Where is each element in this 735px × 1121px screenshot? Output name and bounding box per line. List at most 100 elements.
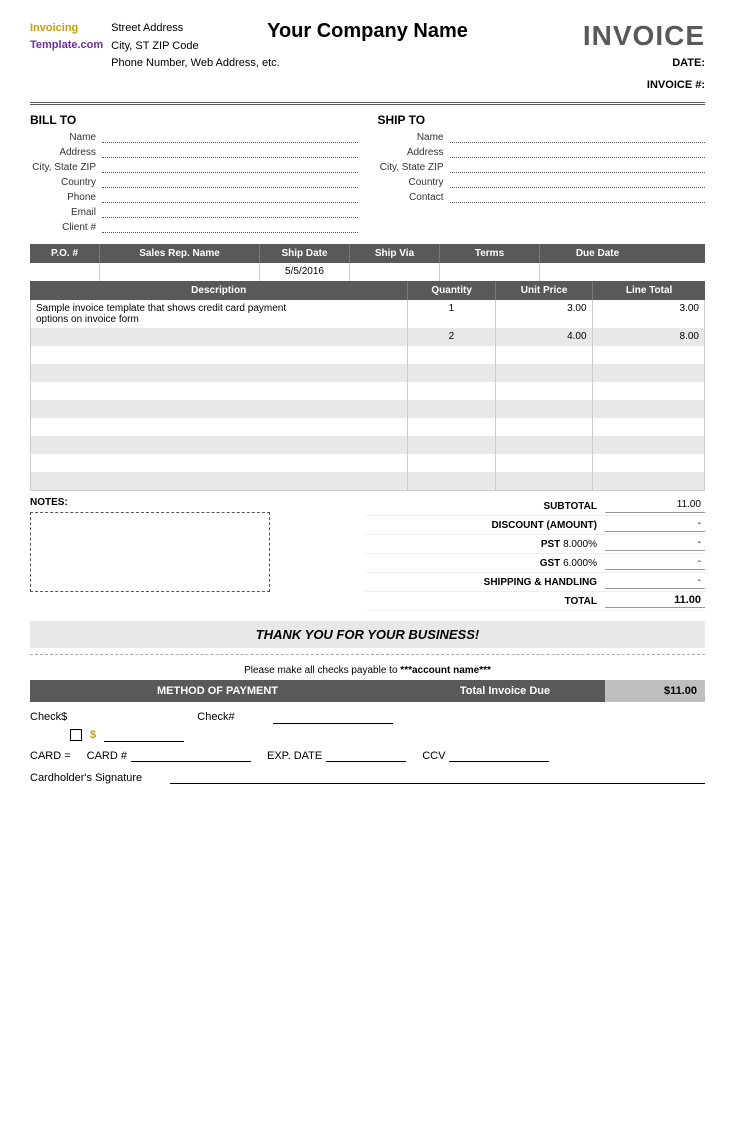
ship-to-country-row: Country xyxy=(378,176,706,188)
gst-row: GST 6.000% - xyxy=(365,554,705,573)
terms-col-header: Terms xyxy=(440,244,540,263)
item-unit-1[interactable]: 3.00 xyxy=(496,300,593,328)
company-address-block: Street Address City, ST ZIP Code Phone N… xyxy=(111,20,280,73)
ship-to-address-label: Address xyxy=(378,147,450,158)
bill-to-country-label: Country xyxy=(30,177,102,188)
card-checkbox[interactable] xyxy=(70,729,82,741)
table-row xyxy=(31,472,704,490)
item-desc-8[interactable] xyxy=(31,436,408,454)
card-amount-field[interactable] xyxy=(104,728,184,742)
total-label: TOTAL xyxy=(365,596,605,607)
ccv-input[interactable] xyxy=(449,748,549,762)
terms-value[interactable] xyxy=(440,263,540,281)
item-qty-10[interactable] xyxy=(408,472,495,490)
street-address: Street Address xyxy=(111,20,280,38)
check-num-label: Check# xyxy=(197,711,234,723)
ship-to-name-field[interactable] xyxy=(450,131,706,143)
item-unit-7[interactable] xyxy=(496,418,593,436)
notes-box[interactable] xyxy=(30,512,270,592)
po-value[interactable] xyxy=(30,263,100,281)
description-col-header: Description xyxy=(30,281,408,300)
ship-to-country-field[interactable] xyxy=(450,176,706,188)
item-total-7[interactable] xyxy=(593,418,704,436)
table-row xyxy=(31,400,704,418)
item-total-6[interactable] xyxy=(593,400,704,418)
bill-to-city-field[interactable] xyxy=(102,161,358,173)
bill-to-title: BILL TO xyxy=(30,113,358,127)
subtotal-value[interactable]: 11.00 xyxy=(605,499,705,513)
table-row xyxy=(31,364,704,382)
item-unit-4[interactable] xyxy=(496,364,593,382)
payment-method-header: METHOD OF PAYMENT Total Invoice Due $11.… xyxy=(30,680,705,702)
logo-invoicing: Invoicing xyxy=(30,22,78,34)
signature-field[interactable] xyxy=(170,770,705,784)
item-total-8[interactable] xyxy=(593,436,704,454)
unit-price-col-header: Unit Price xyxy=(496,281,593,300)
total-value[interactable]: 11.00 xyxy=(605,594,705,608)
bill-to-phone-field[interactable] xyxy=(102,191,358,203)
item-unit-5[interactable] xyxy=(496,382,593,400)
bill-to-name-field[interactable] xyxy=(102,131,358,143)
ship-to-contact-field[interactable] xyxy=(450,191,706,203)
item-unit-6[interactable] xyxy=(496,400,593,418)
item-qty-8[interactable] xyxy=(408,436,495,454)
gst-value[interactable]: - xyxy=(605,556,705,570)
item-total-1[interactable]: 3.00 xyxy=(593,300,704,328)
pst-value[interactable]: - xyxy=(605,537,705,551)
items-section: Sample invoice template that shows credi… xyxy=(30,300,705,491)
item-desc-10[interactable] xyxy=(31,472,408,490)
item-unit-8[interactable] xyxy=(496,436,593,454)
item-total-2[interactable]: 8.00 xyxy=(593,328,704,346)
item-qty-4[interactable] xyxy=(408,364,495,382)
phone-web: Phone Number, Web Address, etc. xyxy=(111,55,280,73)
sales-rep-value[interactable] xyxy=(100,263,260,281)
items-header-row: Description Quantity Unit Price Line Tot… xyxy=(30,281,705,300)
item-desc-7[interactable] xyxy=(31,418,408,436)
check-num-field[interactable] xyxy=(273,710,393,724)
method-label: METHOD OF PAYMENT xyxy=(30,680,405,702)
item-desc-6[interactable] xyxy=(31,400,408,418)
item-desc-5[interactable] xyxy=(31,382,408,400)
item-qty-3[interactable] xyxy=(408,346,495,364)
item-desc-4[interactable] xyxy=(31,364,408,382)
item-qty-2[interactable]: 2 xyxy=(408,328,495,346)
logo-template: Template.com xyxy=(30,39,103,51)
item-total-5[interactable] xyxy=(593,382,704,400)
discount-value[interactable]: - xyxy=(605,518,705,532)
item-qty-6[interactable] xyxy=(408,400,495,418)
item-unit-3[interactable] xyxy=(496,346,593,364)
item-total-4[interactable] xyxy=(593,364,704,382)
item-desc-9[interactable] xyxy=(31,454,408,472)
ship-to-city-field[interactable] xyxy=(450,161,706,173)
bill-to-country-field[interactable] xyxy=(102,176,358,188)
exp-date-input[interactable] xyxy=(326,748,406,762)
item-total-9[interactable] xyxy=(593,454,704,472)
item-total-3[interactable] xyxy=(593,346,704,364)
item-desc-2[interactable] xyxy=(31,328,408,346)
ship-date-value[interactable]: 5/5/2016 xyxy=(260,263,350,281)
ship-to-title: SHIP TO xyxy=(378,113,706,127)
shipping-value[interactable]: - xyxy=(605,575,705,589)
gst-label: GST 6.000% xyxy=(365,558,605,569)
item-qty-7[interactable] xyxy=(408,418,495,436)
item-desc-3[interactable] xyxy=(31,346,408,364)
card-num-input[interactable] xyxy=(131,748,251,762)
ship-via-col-header: Ship Via xyxy=(350,244,440,263)
ship-to-address-field[interactable] xyxy=(450,146,706,158)
line-total-col-header: Line Total xyxy=(593,281,705,300)
bill-to-client-field[interactable] xyxy=(102,221,358,233)
item-qty-9[interactable] xyxy=(408,454,495,472)
item-desc-1[interactable]: Sample invoice template that shows credi… xyxy=(31,300,408,328)
card-num-field: CARD # xyxy=(87,748,251,762)
ship-via-value[interactable] xyxy=(350,263,440,281)
bill-to-address-field[interactable] xyxy=(102,146,358,158)
item-unit-10[interactable] xyxy=(496,472,593,490)
item-total-10[interactable] xyxy=(593,472,704,490)
item-qty-5[interactable] xyxy=(408,382,495,400)
item-unit-9[interactable] xyxy=(496,454,593,472)
bill-to-email-field[interactable] xyxy=(102,206,358,218)
item-unit-2[interactable]: 4.00 xyxy=(496,328,593,346)
item-qty-1[interactable]: 1 xyxy=(408,300,495,328)
sales-rep-col-header: Sales Rep. Name xyxy=(100,244,260,263)
due-date-value[interactable] xyxy=(540,263,655,281)
